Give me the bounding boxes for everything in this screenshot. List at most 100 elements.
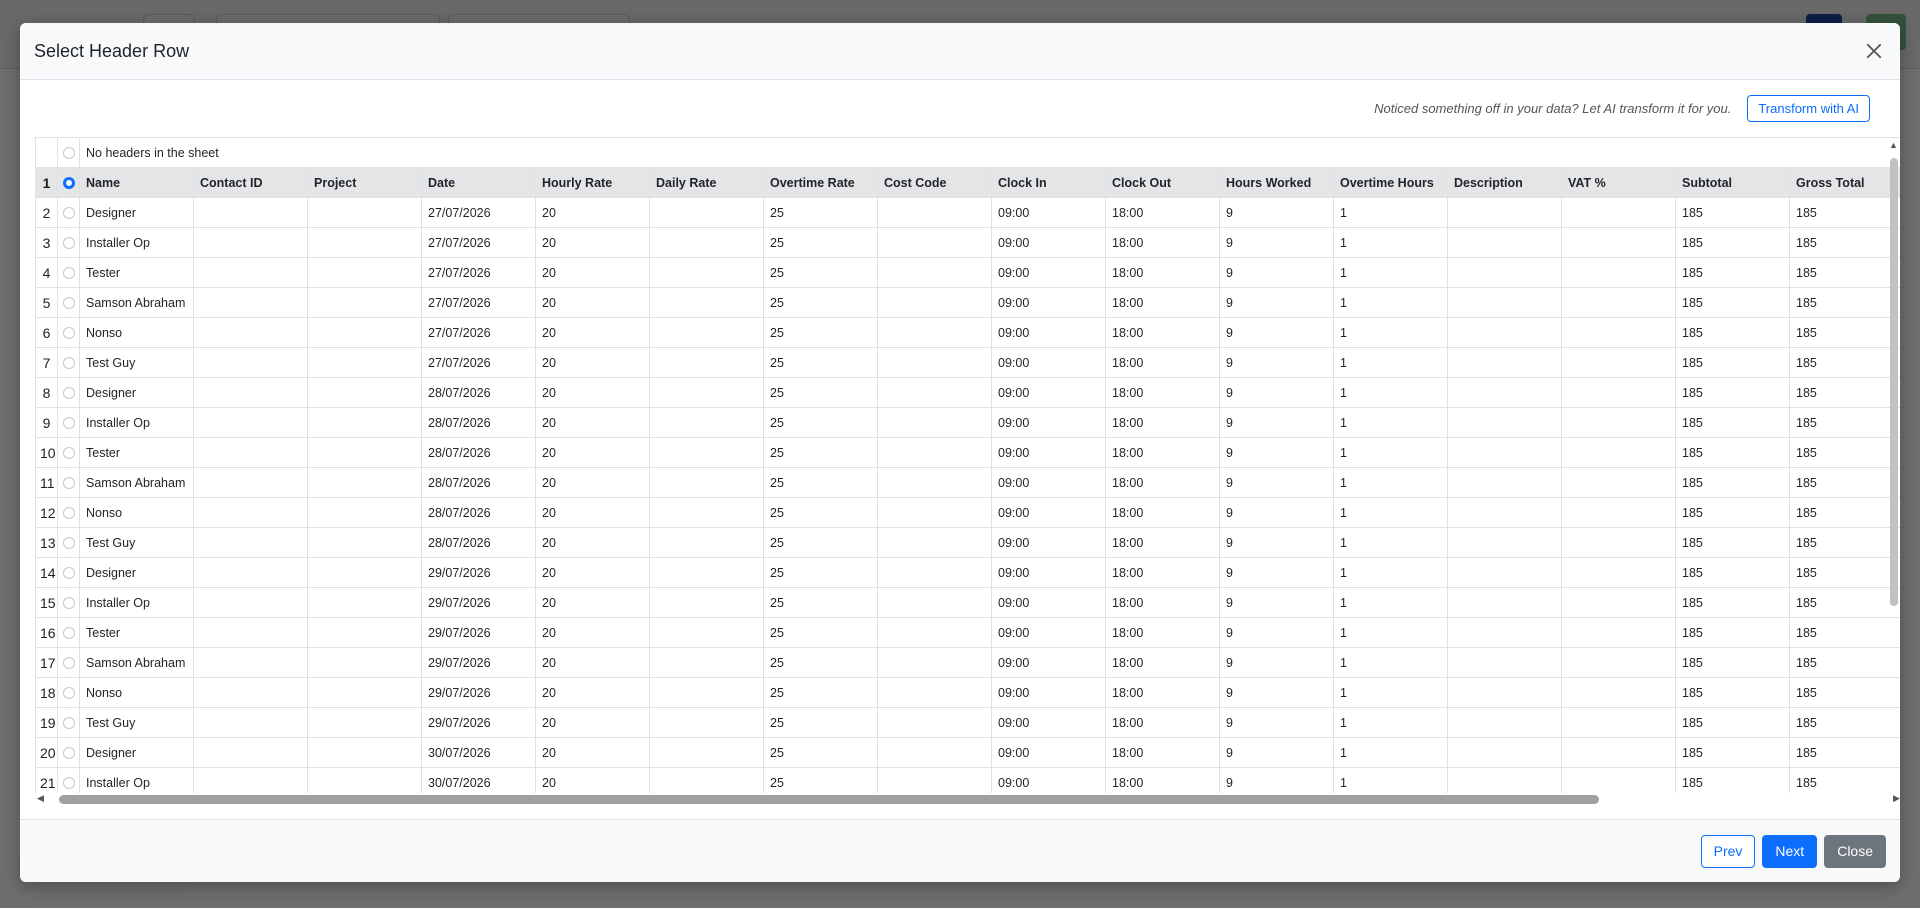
table-row[interactable]: 4 Tester 27/07/2026 20 25 09:00 18:00 9 1 185 185	[35, 257, 1900, 288]
vertical-scroll-thumb[interactable]	[1890, 158, 1898, 606]
row-radio-cell[interactable]	[57, 407, 80, 438]
table-cell	[1561, 257, 1676, 288]
table-row[interactable]: 9 Installer Op 28/07/2026 20 25 09:00 18:00 9 1 1…	[35, 407, 1900, 438]
row-radio[interactable]	[62, 237, 75, 250]
table-cell: 29/07/2026	[421, 587, 536, 618]
table-cell	[1561, 677, 1676, 708]
horizontal-scroll-thumb[interactable]	[59, 795, 1599, 804]
row-radio[interactable]	[62, 327, 75, 340]
row-radio[interactable]	[62, 207, 75, 220]
header-row-radio-cell[interactable]	[57, 167, 80, 198]
row-radio-cell[interactable]	[57, 377, 80, 408]
scroll-up-icon[interactable]: ▲	[1889, 140, 1898, 150]
row-radio-cell[interactable]	[57, 347, 80, 378]
prev-button[interactable]: Prev	[1700, 834, 1756, 868]
row-radio[interactable]	[62, 717, 75, 730]
no-headers-radio-cell[interactable]	[57, 137, 80, 168]
table-row[interactable]: 18 Nonso 29/07/2026 20 25 09:00 18:00 9 1 185 185	[35, 677, 1900, 708]
table-cell	[193, 677, 308, 708]
vertical-scrollbar[interactable]: ▲ ▼	[1888, 140, 1898, 853]
row-radio[interactable]	[62, 567, 75, 580]
row-radio-cell[interactable]	[57, 197, 80, 228]
row-radio-cell[interactable]	[57, 527, 80, 558]
row-radio-cell[interactable]	[57, 257, 80, 288]
table-cell: 20	[535, 227, 650, 258]
row-radio-cell[interactable]	[57, 767, 80, 793]
row-radio-cell[interactable]	[57, 737, 80, 768]
table-row[interactable]: 13 Test Guy 28/07/2026 20 25 09:00 18:00 9 1 185 1…	[35, 527, 1900, 558]
row-radio-cell[interactable]	[57, 707, 80, 738]
row-radio-cell[interactable]	[57, 587, 80, 618]
table-row[interactable]: 21 Installer Op 30/07/2026 20 25 09:00 18:00 9 1…	[35, 767, 1900, 793]
row-radio-cell[interactable]	[57, 227, 80, 258]
row-radio-cell[interactable]	[57, 497, 80, 528]
no-headers-row[interactable]: No headers in the sheet	[35, 137, 1900, 168]
sheet-preview-table-wrapper[interactable]: No headers in the sheet 1 Name Contact ID…	[35, 137, 1900, 793]
table-row[interactable]: 16 Tester 29/07/2026 20 25 09:00 18:00 9 1 185 185	[35, 617, 1900, 648]
row-radio[interactable]	[62, 297, 75, 310]
table-cell: 09:00	[991, 317, 1106, 348]
table-row[interactable]: 10 Tester 28/07/2026 20 25 09:00 18:00 9 1 185 185	[35, 437, 1900, 468]
scroll-right-icon[interactable]: ▶	[1893, 793, 1900, 804]
table-row[interactable]: 20 Designer 30/07/2026 20 25 09:00 18:00 9 1 185 1…	[35, 737, 1900, 768]
table-cell: Samson Abraham	[79, 467, 194, 498]
table-row[interactable]: 6 Nonso 27/07/2026 20 25 09:00 18:00 9 1 185 185	[35, 317, 1900, 348]
row-radio-cell[interactable]	[57, 647, 80, 678]
table-row[interactable]: 19 Test Guy 29/07/2026 20 25 09:00 18:00 9 1 185 1…	[35, 707, 1900, 738]
row-radio-cell[interactable]	[57, 617, 80, 648]
table-row[interactable]: 17 Samson Abraham 29/07/2026 20 25 09:00 18:00…	[35, 647, 1900, 678]
row-radio[interactable]	[62, 777, 75, 790]
scroll-left-icon[interactable]: ◀	[37, 793, 44, 804]
table-cell: 20	[535, 617, 650, 648]
row-radio[interactable]	[62, 597, 75, 610]
table-row[interactable]: 2 Designer 27/07/2026 20 25 09:00 18:00 9 1 185 18…	[35, 197, 1900, 228]
row-radio[interactable]	[62, 357, 75, 370]
next-button[interactable]: Next	[1762, 834, 1818, 868]
row-radio-cell[interactable]	[57, 557, 80, 588]
table-cell: 185	[1788, 347, 1900, 378]
horizontal-scrollbar[interactable]: ◀ ▶	[35, 792, 1900, 806]
transform-with-ai-button[interactable]: Transform with AI	[1747, 95, 1870, 122]
header-row[interactable]: 1 Name Contact ID Project Date Hourly Rate Da…	[35, 167, 1900, 198]
row-radio[interactable]	[62, 747, 75, 760]
row-radio[interactable]	[62, 447, 75, 460]
table-row[interactable]: 14 Designer 29/07/2026 20 25 09:00 18:00 9 1 185 1…	[35, 557, 1900, 588]
row-radio[interactable]	[62, 507, 75, 520]
table-row[interactable]: 3 Installer Op 27/07/2026 20 25 09:00 18:00 9 1 1…	[35, 227, 1900, 258]
row-radio[interactable]	[62, 267, 75, 280]
table-row[interactable]: 11 Samson Abraham 28/07/2026 20 25 09:00 18:00…	[35, 467, 1900, 498]
row-radio[interactable]	[62, 417, 75, 430]
close-button[interactable]: Close	[1824, 834, 1886, 868]
row-radio-cell[interactable]	[57, 287, 80, 318]
table-cell	[649, 707, 764, 738]
table-row[interactable]: 8 Designer 28/07/2026 20 25 09:00 18:00 9 1 185 18…	[35, 377, 1900, 408]
no-headers-radio[interactable]	[62, 147, 75, 160]
row-radio[interactable]	[62, 687, 75, 700]
table-cell	[1561, 767, 1676, 793]
row-radio-cell[interactable]	[57, 677, 80, 708]
row-radio[interactable]	[62, 387, 75, 400]
table-row[interactable]: 15 Installer Op 29/07/2026 20 25 09:00 18:00 9 1…	[35, 587, 1900, 618]
row-radio[interactable]	[62, 627, 75, 640]
row-radio-cell[interactable]	[57, 317, 80, 348]
close-icon[interactable]	[1862, 39, 1886, 63]
table-cell: 25	[763, 557, 878, 588]
table-cell: Tester	[79, 257, 194, 288]
row-radio-cell[interactable]	[57, 437, 80, 468]
row-radio[interactable]	[62, 537, 75, 550]
table-row[interactable]: 7 Test Guy 27/07/2026 20 25 09:00 18:00 9 1 185 18…	[35, 347, 1900, 378]
table-cell: 9	[1219, 197, 1334, 228]
header-row-radio[interactable]	[62, 177, 75, 190]
table-cell: 185	[1675, 347, 1790, 378]
table-cell: Nonso	[79, 317, 194, 348]
table-cell: 20	[535, 407, 650, 438]
table-row[interactable]: 12 Nonso 28/07/2026 20 25 09:00 18:00 9 1 185 185	[35, 497, 1900, 528]
row-radio[interactable]	[62, 477, 75, 490]
table-cell: Installer Op	[79, 587, 194, 618]
table-cell: 30/07/2026	[421, 767, 536, 793]
table-row[interactable]: 5 Samson Abraham 27/07/2026 20 25 09:00 18:00 9…	[35, 287, 1900, 318]
table-cell: 25	[763, 407, 878, 438]
row-radio-cell[interactable]	[57, 467, 80, 498]
table-cell: 1	[1333, 377, 1448, 408]
row-radio[interactable]	[62, 657, 75, 670]
